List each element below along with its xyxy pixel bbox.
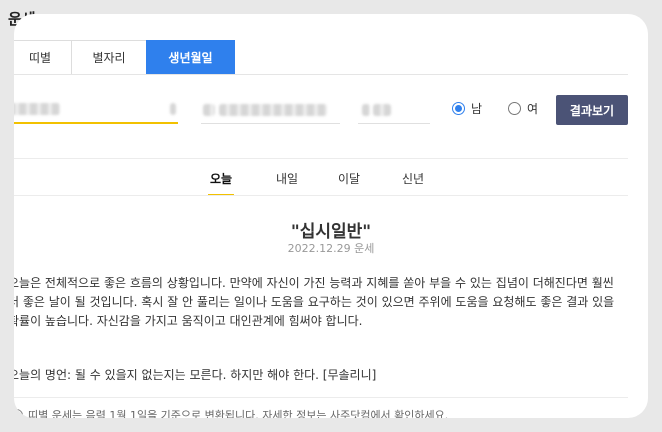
tab-today[interactable]: 오늘 bbox=[207, 170, 235, 196]
blurred-value bbox=[373, 103, 391, 116]
gender-male-label[interactable]: 남 bbox=[471, 100, 482, 117]
blurred-value bbox=[170, 103, 176, 115]
notice: ! 띠별 운세는 음력 1월 1일을 기준으로 변환됩니다. 자세한 정보는 사… bbox=[14, 407, 448, 418]
fortune-quote: 오늘의 명언: 될 수 있을지 없는지는 모른다. 하지만 해야 한다. [무솔… bbox=[14, 368, 377, 382]
notice-divider bbox=[14, 397, 628, 398]
notice-text: 띠별 운세는 음력 1월 1일을 기준으로 변환됩니다. 자세한 정보는 사주닷… bbox=[28, 409, 449, 418]
tab-tomorrow[interactable]: 내일 bbox=[276, 170, 298, 187]
fortune-panel: 띠별 별자리 생년월일 남 여 결과보기 오늘 내일 이달 신년 "십시일반" … bbox=[14, 14, 648, 418]
view-result-button[interactable]: 결과보기 bbox=[556, 95, 628, 125]
tab-birthdate[interactable]: 생년월일 bbox=[146, 40, 235, 75]
tab-zodiac-animal[interactable]: 띠별 bbox=[14, 40, 71, 75]
gender-radio-group: 남 여 bbox=[452, 100, 538, 117]
fortune-title: "십시일반" bbox=[290, 222, 372, 242]
fortune-date: 2022.12.29 운세 bbox=[287, 242, 375, 255]
period-tabs-divider bbox=[14, 195, 628, 196]
form-divider bbox=[14, 158, 628, 159]
blurred-value bbox=[203, 103, 215, 116]
birth-day-field[interactable] bbox=[358, 96, 430, 124]
gender-female-label[interactable]: 여 bbox=[527, 100, 538, 117]
fortune-text: 오늘은 전체적으로 좋은 흐름의 상황입니다. 만약에 자신이 가진 능력과 지… bbox=[14, 276, 615, 328]
gender-male-radio[interactable] bbox=[452, 102, 465, 115]
tabs-divider bbox=[14, 74, 628, 75]
blurred-value bbox=[219, 103, 327, 116]
birth-year-field[interactable] bbox=[14, 96, 178, 124]
fortune-type-tabs: 띠별 별자리 생년월일 bbox=[14, 40, 235, 75]
blurred-value bbox=[14, 103, 60, 115]
tab-constellation[interactable]: 별자리 bbox=[71, 40, 146, 75]
info-icon: ! bbox=[14, 408, 23, 418]
tab-new-year[interactable]: 신년 bbox=[402, 170, 424, 187]
blurred-value bbox=[362, 103, 370, 116]
birth-month-field[interactable] bbox=[201, 96, 340, 124]
tab-this-month[interactable]: 이달 bbox=[338, 170, 360, 187]
gender-female-radio[interactable] bbox=[508, 102, 522, 115]
period-tabs: 오늘 내일 이달 신년 bbox=[14, 170, 634, 198]
